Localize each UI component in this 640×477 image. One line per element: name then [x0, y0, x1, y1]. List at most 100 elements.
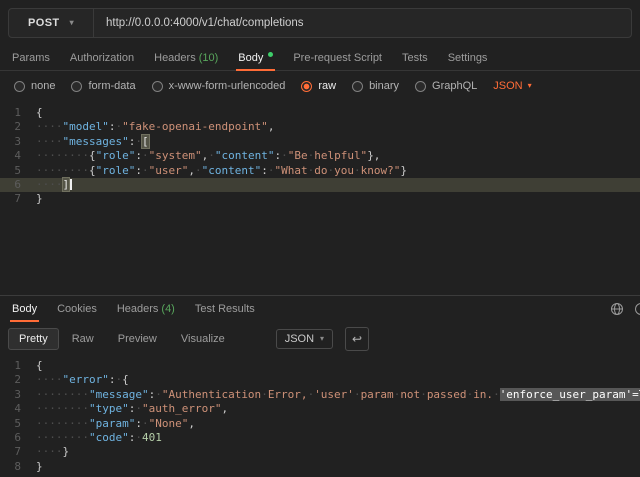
code-token: { [89, 164, 96, 177]
code-token: "What [274, 164, 307, 177]
body-mode-form-data[interactable]: form-data [71, 80, 135, 92]
code-token: } [400, 164, 407, 177]
code-line[interactable]: 3········"message":·"Authentication·Erro… [0, 388, 640, 402]
request-tab-body[interactable]: Body [228, 46, 283, 70]
radio-icon [14, 81, 25, 92]
code-token: { [122, 373, 129, 386]
code-token: : [135, 149, 142, 162]
code-line[interactable]: 5········{"role":·"user",·"content":·"Wh… [0, 164, 640, 178]
tab-label: Tests [402, 52, 428, 64]
code-text: } [21, 192, 43, 206]
tab-label: Authorization [70, 52, 134, 64]
wrap-lines-icon: ↩ [352, 332, 362, 346]
response-tab-test-results[interactable]: Test Results [185, 296, 265, 322]
response-tab-headers[interactable]: Headers(4) [107, 296, 185, 322]
code-line[interactable]: 6········"code":·401 [0, 431, 640, 445]
text-caret [70, 179, 72, 190]
view-raw[interactable]: Raw [61, 328, 105, 350]
code-text: ····"messages":·[ [21, 135, 149, 149]
response-tab-body[interactable]: Body [2, 296, 47, 322]
code-token: "model" [63, 120, 109, 133]
request-language-selector[interactable]: JSON ▾ [493, 80, 531, 92]
code-token: } [63, 445, 70, 458]
code-line[interactable]: 3····"messages":·[ [0, 135, 640, 149]
request-tab-params[interactable]: Params [2, 46, 60, 70]
code-token: ········ [36, 388, 89, 401]
code-token: know?" [361, 164, 401, 177]
method-selector[interactable]: POST ▾ [9, 9, 93, 37]
code-line[interactable]: 7····} [0, 445, 640, 459]
code-line[interactable]: 5········"param":·"None", [0, 417, 640, 431]
globe-icon[interactable] [610, 302, 624, 316]
code-token: ········ [36, 431, 89, 444]
code-text: ····} [21, 445, 69, 459]
view-preview[interactable]: Preview [107, 328, 168, 350]
overflow-icon[interactable] [634, 302, 640, 316]
code-token: "role" [96, 164, 136, 177]
request-tab-headers[interactable]: Headers(10) [144, 46, 228, 70]
code-token: [ [142, 135, 149, 148]
tab-label: Pre-request Script [293, 52, 382, 64]
code-token: "error" [63, 373, 109, 386]
code-line[interactable]: 4········{"role":·"system",·"content":·"… [0, 149, 640, 163]
code-token: { [89, 149, 96, 162]
code-text: ········"code":·401 [21, 431, 162, 445]
code-token: · [142, 149, 149, 162]
line-number: 5 [0, 164, 21, 178]
line-number: 4 [0, 402, 21, 416]
mode-label: form-data [88, 80, 135, 92]
body-mode-x-www-form-urlencoded[interactable]: x-www-form-urlencoded [152, 80, 286, 92]
body-mode-binary[interactable]: binary [352, 80, 399, 92]
body-mode-none[interactable]: none [14, 80, 55, 92]
code-token: ···· [36, 120, 63, 133]
code-token: · [142, 417, 149, 430]
code-text: ····"model":·"fake-openai-endpoint", [21, 120, 274, 134]
method-label: POST [28, 17, 60, 29]
response-language-selector[interactable]: JSON ▾ [276, 329, 333, 349]
unsaved-dot-icon [268, 52, 273, 57]
code-token: { [36, 106, 43, 119]
line-number: 7 [0, 192, 21, 206]
response-tab-cookies[interactable]: Cookies [47, 296, 107, 322]
code-line[interactable]: 8} [0, 460, 640, 474]
code-token: ···· [36, 178, 63, 191]
chevron-down-icon: ▾ [70, 19, 74, 27]
body-mode-raw[interactable]: raw [301, 80, 336, 92]
body-mode-graphql[interactable]: GraphQL [415, 80, 477, 92]
request-editor[interactable]: 1{2····"model":·"fake-openai-endpoint",3… [0, 101, 640, 295]
request-tab-authorization[interactable]: Authorization [60, 46, 144, 70]
body-mode-options: none form-data x-www-form-urlencoded raw bin… [14, 80, 477, 92]
request-tab-tests[interactable]: Tests [392, 46, 438, 70]
code-token: 'user' [314, 388, 354, 401]
line-number: 1 [0, 106, 21, 120]
tab-label: Params [12, 52, 50, 64]
url-input[interactable]: http://0.0.0.0:4000/v1/chat/completions [94, 17, 304, 29]
code-token: · [135, 431, 142, 444]
wrap-lines-button[interactable]: ↩ [345, 327, 369, 351]
code-line[interactable]: 2····"model":·"fake-openai-endpoint", [0, 120, 640, 134]
code-line[interactable]: 7} [0, 192, 640, 206]
code-token: in. [473, 388, 493, 401]
response-view-tabs: PrettyRawPreviewVisualize [8, 328, 236, 350]
code-token: · [261, 388, 268, 401]
code-line[interactable]: 2····"error":·{ [0, 373, 640, 387]
language-label: JSON [285, 333, 314, 345]
code-line[interactable]: 4········"type":·"auth_error", [0, 402, 640, 416]
code-line[interactable]: 6····] [0, 178, 640, 192]
code-token: · [354, 388, 361, 401]
response-editor[interactable]: 1{2····"error":·{3········"message":·"Au… [0, 356, 640, 477]
radio-icon [71, 81, 82, 92]
response-toolbar: PrettyRawPreviewVisualize JSON ▾ ↩ [0, 322, 640, 356]
line-number: 7 [0, 445, 21, 459]
view-pretty[interactable]: Pretty [8, 328, 59, 350]
code-token: not [400, 388, 420, 401]
code-text: { [21, 106, 43, 120]
body-mode-bar: none form-data x-www-form-urlencoded raw bin… [0, 71, 640, 101]
view-visualize[interactable]: Visualize [170, 328, 236, 350]
response-header-icons [610, 296, 640, 322]
code-line[interactable]: 1{ [0, 359, 640, 373]
request-tab-settings[interactable]: Settings [438, 46, 498, 70]
request-tab-pre-request-script[interactable]: Pre-request Script [283, 46, 392, 70]
code-line[interactable]: 1{ [0, 106, 640, 120]
code-token: "message" [89, 388, 149, 401]
